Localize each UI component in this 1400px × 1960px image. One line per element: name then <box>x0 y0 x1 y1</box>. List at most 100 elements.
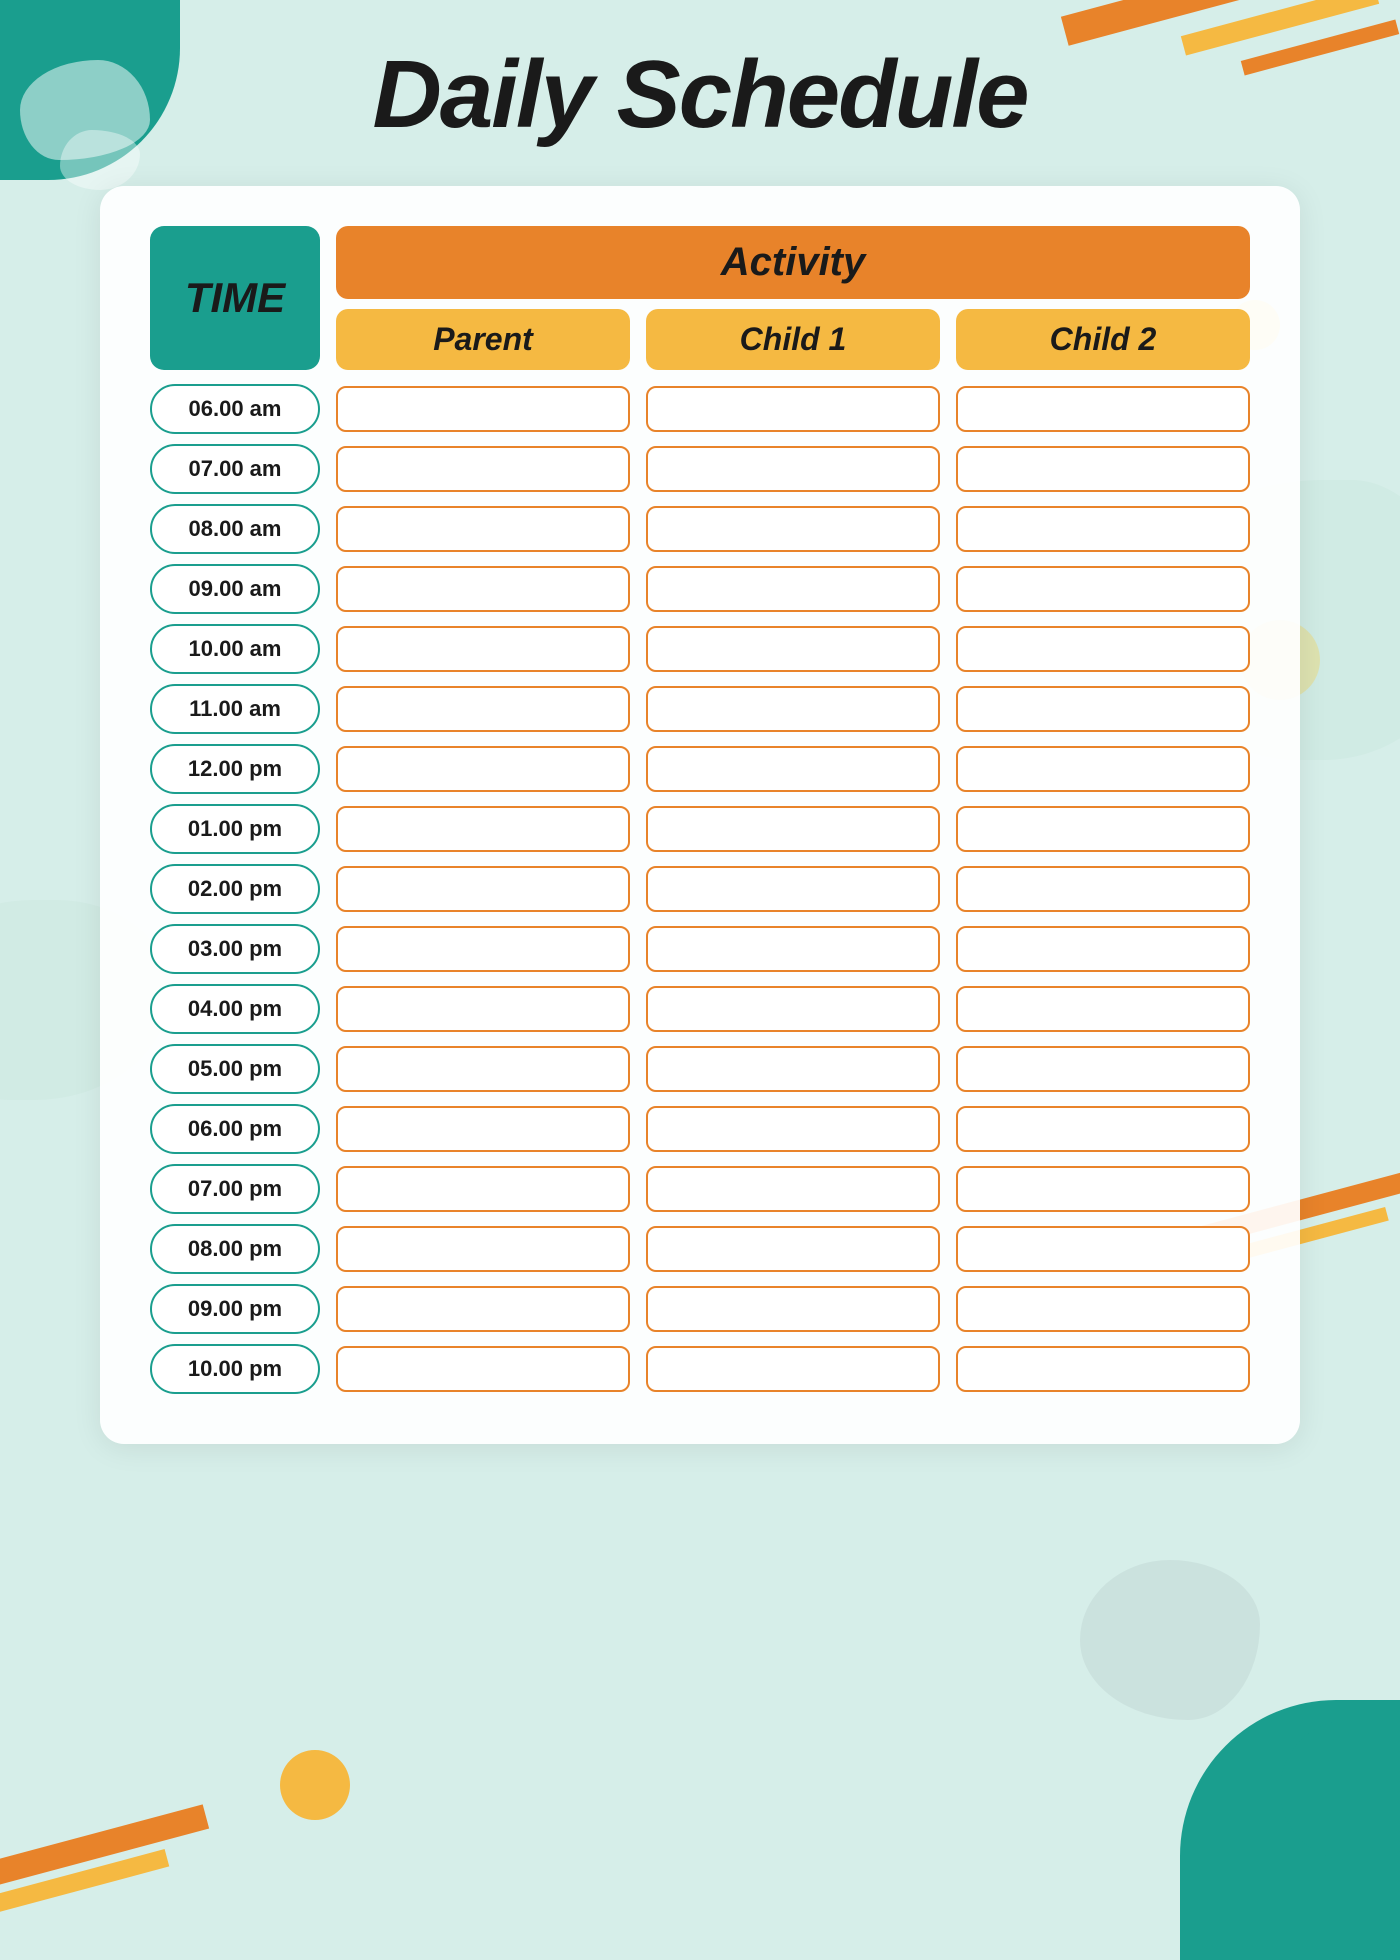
stripe-orange-bottomleft <box>0 1804 209 1890</box>
activity-cells <box>336 926 1250 972</box>
activity-cell-child2[interactable] <box>956 1346 1250 1392</box>
activity-cell-child1[interactable] <box>646 1106 940 1152</box>
time-rows-container: 06.00 am07.00 am08.00 am09.00 am10.00 am… <box>150 384 1250 1394</box>
activity-cells <box>336 626 1250 672</box>
time-slot-label: 10.00 pm <box>150 1344 320 1394</box>
activity-cell-child2[interactable] <box>956 446 1250 492</box>
circle-yellow-bottom <box>280 1750 350 1820</box>
activity-cell-child2[interactable] <box>956 806 1250 852</box>
time-row: 07.00 pm <box>150 1164 1250 1214</box>
time-slot-label: 12.00 pm <box>150 744 320 794</box>
time-slot-label: 03.00 pm <box>150 924 320 974</box>
activity-cells <box>336 1286 1250 1332</box>
activity-cell-parent[interactable] <box>336 446 630 492</box>
activity-cell-child2[interactable] <box>956 386 1250 432</box>
activity-cell-child1[interactable] <box>646 866 940 912</box>
activity-cell-child1[interactable] <box>646 1346 940 1392</box>
activity-cells <box>336 1106 1250 1152</box>
activity-cell-child1[interactable] <box>646 926 940 972</box>
activity-cell-child2[interactable] <box>956 1106 1250 1152</box>
activity-cell-child1[interactable] <box>646 686 940 732</box>
activity-cell-child1[interactable] <box>646 1166 940 1212</box>
activity-cell-child2[interactable] <box>956 1226 1250 1272</box>
time-row: 02.00 pm <box>150 864 1250 914</box>
activity-cell-parent[interactable] <box>336 506 630 552</box>
child1-subheader: Child 1 <box>646 309 940 370</box>
activity-cell-child2[interactable] <box>956 506 1250 552</box>
activity-cell-child2[interactable] <box>956 1286 1250 1332</box>
time-row: 09.00 am <box>150 564 1250 614</box>
activity-cell-parent[interactable] <box>336 1286 630 1332</box>
time-row: 09.00 pm <box>150 1284 1250 1334</box>
activity-cell-child1[interactable] <box>646 746 940 792</box>
time-slot-label: 07.00 pm <box>150 1164 320 1214</box>
activity-cell-child2[interactable] <box>956 1046 1250 1092</box>
activity-cell-child2[interactable] <box>956 626 1250 672</box>
activity-cell-child2[interactable] <box>956 746 1250 792</box>
activity-cells <box>336 446 1250 492</box>
stripe-yellow-bottomleft <box>0 1849 169 1913</box>
activity-cell-child1[interactable] <box>646 1226 940 1272</box>
time-row: 01.00 pm <box>150 804 1250 854</box>
time-slot-label: 08.00 pm <box>150 1224 320 1274</box>
activity-cell-parent[interactable] <box>336 1046 630 1092</box>
time-slot-label: 09.00 am <box>150 564 320 614</box>
activity-cell-child1[interactable] <box>646 806 940 852</box>
activity-cell-child2[interactable] <box>956 926 1250 972</box>
time-slot-label: 08.00 am <box>150 504 320 554</box>
activity-cell-parent[interactable] <box>336 806 630 852</box>
activity-cell-parent[interactable] <box>336 986 630 1032</box>
activity-cell-parent[interactable] <box>336 926 630 972</box>
activity-cell-parent[interactable] <box>336 866 630 912</box>
sub-headers-row: Parent Child 1 Child 2 <box>336 309 1250 370</box>
time-row: 11.00 am <box>150 684 1250 734</box>
activity-cell-child2[interactable] <box>956 986 1250 1032</box>
activity-cell-parent[interactable] <box>336 1226 630 1272</box>
time-row: 05.00 pm <box>150 1044 1250 1094</box>
activity-cell-parent[interactable] <box>336 626 630 672</box>
activity-cell-child1[interactable] <box>646 1046 940 1092</box>
activity-cells <box>336 506 1250 552</box>
activity-cell-child1[interactable] <box>646 446 940 492</box>
time-slot-label: 01.00 pm <box>150 804 320 854</box>
activity-cell-child2[interactable] <box>956 866 1250 912</box>
time-slot-label: 07.00 am <box>150 444 320 494</box>
time-slot-label: 09.00 pm <box>150 1284 320 1334</box>
activity-cell-parent[interactable] <box>336 686 630 732</box>
activity-cell-child2[interactable] <box>956 566 1250 612</box>
blob-bottom-right <box>1080 1560 1260 1720</box>
activity-cells <box>336 1226 1250 1272</box>
activity-cell-child1[interactable] <box>646 566 940 612</box>
activity-cell-parent[interactable] <box>336 386 630 432</box>
activity-cell-parent[interactable] <box>336 1166 630 1212</box>
activity-cell-child2[interactable] <box>956 1166 1250 1212</box>
time-row: 03.00 pm <box>150 924 1250 974</box>
time-row: 10.00 pm <box>150 1344 1250 1394</box>
time-header-label: TIME <box>150 226 320 370</box>
corner-teal-bottomright <box>1180 1700 1400 1960</box>
activity-cells <box>336 806 1250 852</box>
time-row: 07.00 am <box>150 444 1250 494</box>
activity-cells <box>336 1166 1250 1212</box>
activity-cell-child1[interactable] <box>646 506 940 552</box>
schedule-card: TIME Activity Parent Child 1 Child 2 06.… <box>100 186 1300 1444</box>
parent-subheader: Parent <box>336 309 630 370</box>
time-row: 06.00 pm <box>150 1104 1250 1154</box>
activity-cell-parent[interactable] <box>336 1106 630 1152</box>
time-slot-label: 06.00 am <box>150 384 320 434</box>
activity-cell-parent[interactable] <box>336 746 630 792</box>
activity-cell-child2[interactable] <box>956 686 1250 732</box>
activity-title-bar: Activity <box>336 226 1250 299</box>
corner-teal2-bottomright <box>1280 1720 1400 1860</box>
activity-cells <box>336 986 1250 1032</box>
activity-cells <box>336 566 1250 612</box>
activity-cells <box>336 686 1250 732</box>
activity-cell-child1[interactable] <box>646 386 940 432</box>
main-content: Daily Schedule TIME Activity Parent Chil… <box>0 0 1400 1484</box>
activity-cell-parent[interactable] <box>336 566 630 612</box>
activity-cell-parent[interactable] <box>336 1346 630 1392</box>
activity-cell-child1[interactable] <box>646 626 940 672</box>
activity-cell-child1[interactable] <box>646 986 940 1032</box>
activity-cell-child1[interactable] <box>646 1286 940 1332</box>
time-slot-label: 02.00 pm <box>150 864 320 914</box>
